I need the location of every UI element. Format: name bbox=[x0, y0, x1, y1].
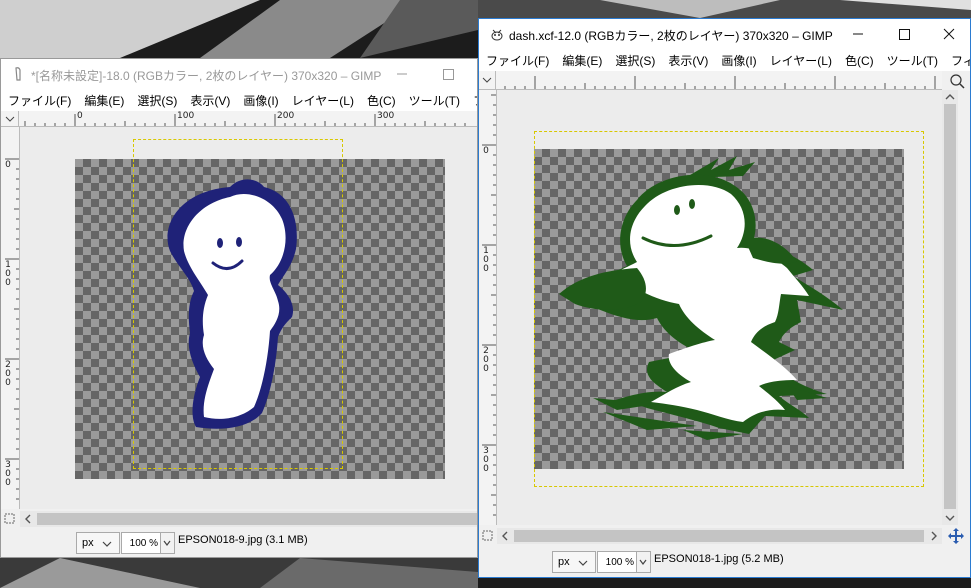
status-bar: px 100 % EPSON018-1.jpg (5.2 MB) bbox=[479, 546, 970, 577]
title-bar[interactable]: *[名称未設定]-18.0 (RGBカラー, 2枚のレイヤー) 370x320 … bbox=[1, 59, 477, 89]
scroll-up-icon[interactable] bbox=[942, 90, 958, 104]
zoom-value: 100 % bbox=[129, 538, 158, 549]
horizontal-ruler[interactable]: 0 100 200 300 bbox=[19, 111, 477, 127]
ruler-label: 100 bbox=[177, 111, 195, 121]
menu-tools[interactable]: ツール(T) bbox=[402, 89, 466, 111]
maximize-button[interactable] bbox=[881, 19, 927, 49]
image-canvas[interactable] bbox=[20, 127, 477, 509]
close-button[interactable] bbox=[926, 19, 970, 49]
gimp-window-dash[interactable]: dash.xcf-12.0 (RGBカラー, 2枚のレイヤー) 370x320 … bbox=[478, 18, 971, 578]
minimize-button[interactable] bbox=[835, 19, 881, 49]
ruler-label: 100 bbox=[5, 260, 11, 288]
menu-view[interactable]: 表示(V) bbox=[183, 89, 236, 111]
menu-select[interactable]: 選択(S) bbox=[130, 89, 183, 111]
ruler-label: 0 bbox=[483, 146, 489, 156]
scroll-left-icon[interactable] bbox=[497, 528, 513, 544]
zoom-select[interactable]: 100 % bbox=[121, 532, 175, 554]
quick-mask-corner[interactable] bbox=[479, 71, 496, 90]
menu-colors[interactable]: 色(C) bbox=[360, 89, 402, 111]
menu-file[interactable]: ファイル(F) bbox=[1, 89, 77, 111]
menu-layer[interactable]: レイヤー(L) bbox=[763, 49, 838, 71]
menu-tools[interactable]: ツール(T) bbox=[880, 49, 944, 71]
menu-image[interactable]: 画像(I) bbox=[714, 49, 762, 71]
menu-filters[interactable]: フィルター bbox=[944, 49, 970, 71]
move-icon[interactable] bbox=[942, 527, 970, 545]
figure-drawing bbox=[559, 156, 843, 440]
vertical-scrollbar[interactable] bbox=[942, 90, 958, 525]
menu-select[interactable]: 選択(S) bbox=[608, 49, 661, 71]
gimp-window-untitled[interactable]: *[名称未設定]-18.0 (RGBカラー, 2枚のレイヤー) 370x320 … bbox=[0, 58, 478, 558]
status-message: EPSON018-9.jpg (3.1 MB) bbox=[178, 534, 308, 546]
gimp-app-icon bbox=[491, 29, 503, 41]
ruler-label: 200 bbox=[5, 360, 11, 388]
status-message: EPSON018-1.jpg (5.2 MB) bbox=[654, 553, 784, 565]
chevron-down-icon bbox=[578, 560, 588, 566]
chevron-down-icon bbox=[639, 559, 647, 565]
navigate-button[interactable] bbox=[1, 510, 19, 528]
figure-drawing bbox=[167, 179, 297, 429]
menu-filters[interactable]: フィルター bbox=[466, 89, 477, 111]
zoom-value: 100 % bbox=[605, 557, 634, 568]
menu-bar: ファイル(F) 編集(E) 選択(S) 表示(V) 画像(I) レイヤー(L) 色(C) ツー… bbox=[1, 89, 477, 111]
chevron-down-icon bbox=[102, 541, 112, 547]
minimize-button[interactable] bbox=[379, 59, 425, 89]
title-bar[interactable]: dash.xcf-12.0 (RGBカラー, 2枚のレイヤー) 370x320 … bbox=[479, 19, 970, 49]
scroll-left-icon[interactable] bbox=[20, 511, 36, 527]
chevron-down-icon bbox=[163, 540, 171, 546]
unit-value: px bbox=[558, 556, 570, 568]
horizontal-ruler[interactable] bbox=[496, 71, 942, 90]
ruler-label: 300 bbox=[377, 111, 395, 121]
horizontal-scrollbar[interactable] bbox=[20, 511, 477, 527]
unit-select[interactable]: px bbox=[76, 532, 120, 554]
ruler-label: 300 bbox=[5, 460, 11, 488]
menu-edit[interactable]: 編集(E) bbox=[77, 89, 130, 111]
zoom-select[interactable]: 100 % bbox=[597, 551, 651, 573]
status-bar: px 100 % EPSON018-9.jpg (3.1 MB) bbox=[1, 528, 477, 557]
quick-mask-corner[interactable] bbox=[1, 111, 19, 127]
menu-view[interactable]: 表示(V) bbox=[661, 49, 714, 71]
vertical-ruler[interactable]: 0 100 200 300 bbox=[479, 90, 497, 525]
unit-select[interactable]: px bbox=[552, 551, 596, 573]
maximize-button[interactable] bbox=[425, 59, 471, 89]
ruler-label: 200 bbox=[277, 111, 295, 121]
scrollbar-thumb[interactable] bbox=[514, 530, 924, 542]
menu-edit[interactable]: 編集(E) bbox=[555, 49, 608, 71]
unit-value: px bbox=[82, 537, 94, 549]
menu-image[interactable]: 画像(I) bbox=[236, 89, 284, 111]
menu-layer[interactable]: レイヤー(L) bbox=[285, 89, 360, 111]
ruler-label: 0 bbox=[5, 160, 11, 170]
gimp-app-icon bbox=[15, 67, 21, 81]
navigate-button[interactable] bbox=[479, 527, 496, 545]
horizontal-scrollbar[interactable] bbox=[497, 528, 942, 544]
image-canvas[interactable] bbox=[497, 90, 942, 525]
scroll-down-icon[interactable] bbox=[942, 511, 958, 525]
zoom-on-resize-toggle[interactable] bbox=[942, 71, 970, 89]
ruler-label: 300 bbox=[483, 446, 489, 474]
window-title: *[名称未設定]-18.0 (RGBカラー, 2枚のレイヤー) 370x320 … bbox=[31, 69, 382, 83]
ruler-label: 0 bbox=[77, 111, 83, 121]
scrollbar-thumb[interactable] bbox=[37, 513, 477, 525]
menu-file[interactable]: ファイル(F) bbox=[479, 49, 555, 71]
ruler-label: 100 bbox=[483, 246, 489, 274]
ruler-label: 200 bbox=[483, 346, 489, 374]
scrollbar-thumb[interactable] bbox=[944, 104, 956, 509]
vertical-ruler[interactable]: 0 100 200 300 bbox=[1, 127, 20, 509]
scroll-right-icon[interactable] bbox=[926, 528, 942, 544]
window-title: dash.xcf-12.0 (RGBカラー, 2枚のレイヤー) 370x320 … bbox=[509, 29, 833, 43]
menu-colors[interactable]: 色(C) bbox=[838, 49, 880, 71]
menu-bar: ファイル(F) 編集(E) 選択(S) 表示(V) 画像(I) レイヤー(L) 色(C) ツー… bbox=[479, 49, 970, 71]
